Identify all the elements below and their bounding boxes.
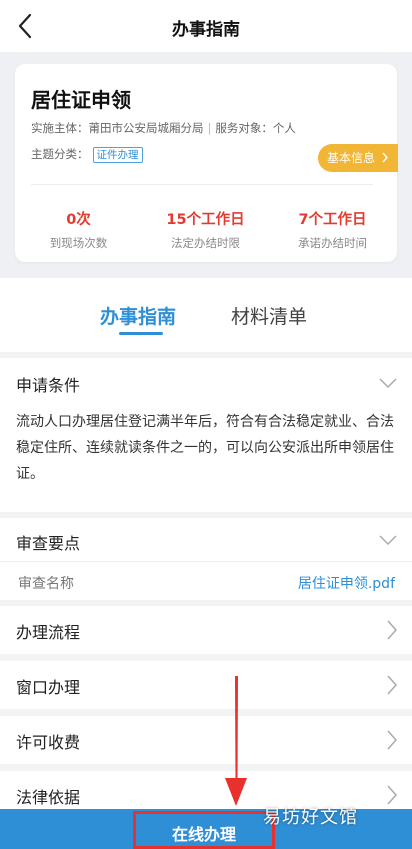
meta-separator: | [207,121,212,135]
basic-info-label: 基本信息 [327,151,376,165]
stat-label: 到现场次数 [49,236,108,250]
chevron-right-icon [382,152,388,163]
annotation-arrow-icon [225,676,247,806]
chevron-down-icon[interactable] [378,377,398,389]
row-label: 办理流程 [16,623,81,642]
watermark-text: 易坊好文馆 [263,807,358,828]
stat-promised-time: 7个工作日 承诺办结时间 [269,208,396,251]
page-title: 办事指南 [172,20,240,40]
row-label: 法律依据 [16,788,81,807]
chevron-right-icon [387,620,398,640]
conditions-section: 申请条件 流动人口办理居住登记满半年后，符合有合法稳定就业、合法稳定住所、连续就… [0,358,412,512]
chevron-right-icon [387,785,398,805]
service-name: 居住证申领 [31,88,131,112]
row-window[interactable]: 窗口办理 [0,661,412,709]
chevron-right-icon [387,730,398,750]
category-tag[interactable]: 证件办理 [92,146,143,163]
tab-materials[interactable]: 材料清单 [231,302,307,329]
chevron-down-icon[interactable] [378,534,398,546]
target-value: 个人 [272,121,296,135]
review-file-row: 审查名称 居住证申领.pdf [0,561,412,601]
stat-label: 法定办结时限 [171,236,240,250]
stat-value: 7个工作日 [298,212,367,228]
category-label: 主题分类： [31,147,89,161]
service-summary-card: 居住证申领 实施主体：莆田市公安局城厢分局 | 服务对象：个人 主题分类： 证件办理 … [15,64,398,262]
service-meta: 实施主体：莆田市公安局城厢分局 | 服务对象：个人 [31,120,296,136]
stat-legal-time: 15个工作日 法定办结时限 [142,208,269,251]
target-label: 服务对象： [215,121,273,135]
card-divider [31,184,373,185]
tab-guide[interactable]: 办事指南 [100,302,176,329]
stat-visits: 0次 到现场次数 [15,208,142,251]
review-file-link[interactable]: 居住证申领.pdf [298,573,395,593]
conditions-text: 流动人口办理居住登记满半年后，符合有合法稳定就业、合法稳定住所、连续就读条件之一… [16,414,394,482]
review-section: 审查要点 审查名称 居住证申领.pdf [0,518,412,600]
review-name-label: 审查名称 [18,576,74,592]
row-process[interactable]: 办理流程 [0,606,412,654]
row-label: 窗口办理 [16,678,81,697]
stat-value: 15个工作日 [166,212,245,228]
conditions-title[interactable]: 申请条件 [16,372,80,396]
tab-bar: 办事指南 材料清单 [0,278,412,352]
basic-info-button[interactable]: 基本信息 [318,144,398,172]
apply-online-button[interactable]: 在线办理 [133,821,275,845]
nav-bar: 办事指南 [0,0,412,52]
impl-label: 实施主体： [31,121,89,135]
active-tab-indicator [119,332,163,335]
chevron-right-icon [387,675,398,695]
row-fees[interactable]: 许可收费 [0,716,412,764]
impl-value: 莆田市公安局城厢分局 [88,121,204,135]
row-label: 许可收费 [16,733,81,752]
category-line: 主题分类： 证件办理 [31,146,143,163]
review-title[interactable]: 审查要点 [16,530,80,554]
stat-label: 承诺办结时间 [298,236,367,250]
stat-value: 0次 [66,212,91,228]
